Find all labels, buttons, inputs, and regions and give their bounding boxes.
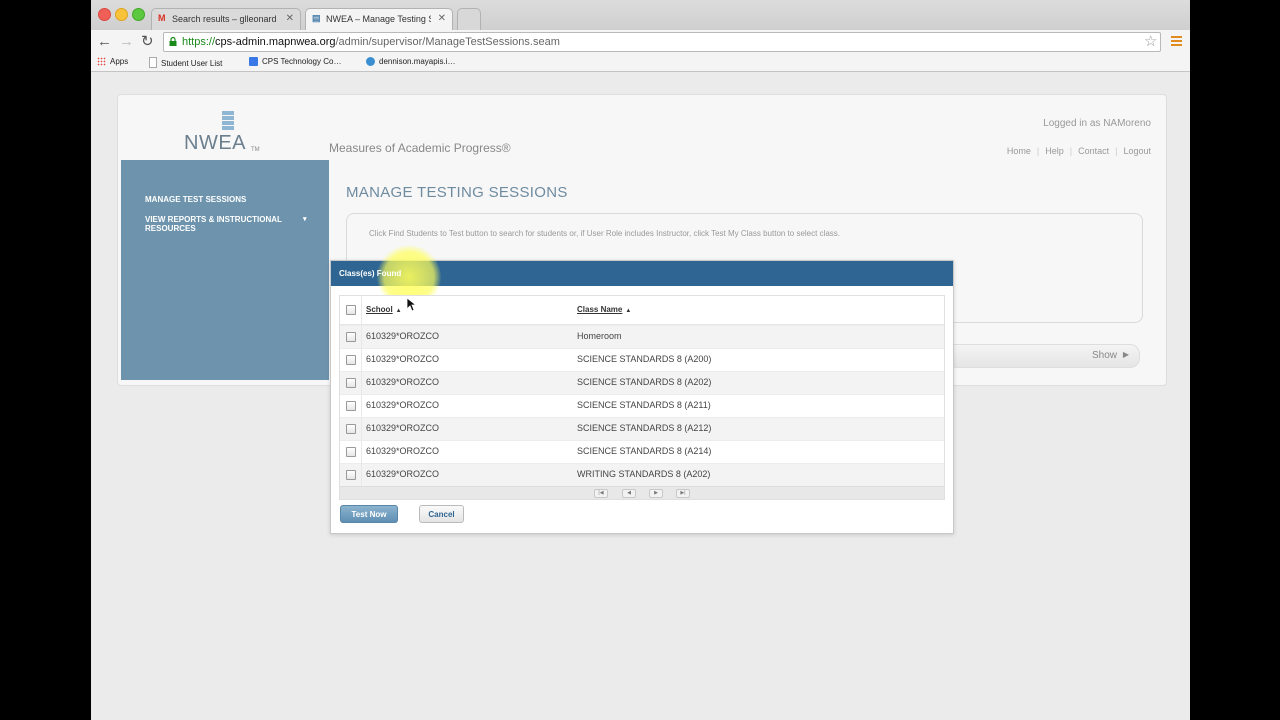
tab-title: NWEA – Manage Testing Se [326,14,431,24]
row-checkbox[interactable] [346,447,356,457]
nav-contact-link[interactable]: Contact [1078,146,1109,156]
prev-page-icon[interactable]: ◀ [622,489,636,498]
school-cell: 610329*OROZCO [366,400,440,410]
logged-in-label: Logged in as NAMoreno [1043,118,1151,129]
url-path: /admin/supervisor/ManageTestSessions.sea… [335,36,560,48]
school-cell: 610329*OROZCO [366,446,440,456]
lock-icon [169,37,177,46]
dialog-title: Class(es) Found [339,269,402,278]
class-name-column-header[interactable]: Class Name ▲ [577,305,631,314]
page-title: MANAGE TESTING SESSIONS [346,184,568,201]
school-cell: 610329*OROZCO [366,377,440,387]
class-cell: Homeroom [577,331,622,341]
select-all-checkbox[interactable] [346,305,356,315]
school-cell: 610329*OROZCO [366,423,440,433]
nav-help-link[interactable]: Help [1045,146,1064,156]
class-cell: SCIENCE STANDARDS 8 (A214) [577,446,712,456]
sidebar-item-view-reports[interactable]: VIEW REPORTS & INSTRUCTIONAL RESOURCES ▾ [145,215,315,233]
classes-table: School ▲ Class Name ▲ 610329*OROZCO Homero… [339,295,945,500]
browser-toolbar: ← → ↻ https://cps-admin.mapnwea.org/admi… [91,30,1190,54]
class-cell: SCIENCE STANDARDS 8 (A211) [577,400,711,410]
cancel-button[interactable]: Cancel [419,505,464,523]
bookmark-apps[interactable]: Apps [97,57,128,66]
table-row[interactable]: 610329*OROZCO Homeroom [340,325,944,348]
school-cell: 610329*OROZCO [366,331,440,341]
address-bar[interactable]: https://cps-admin.mapnwea.org/admin/supe… [163,32,1161,52]
first-page-icon[interactable]: |◀ [594,489,608,498]
close-window-button[interactable] [98,8,111,21]
back-icon[interactable]: ← [97,32,112,52]
class-cell: SCIENCE STANDARDS 8 (A200) [577,354,712,364]
table-pager: |◀ ◀ ▶ ▶| [340,486,944,499]
table-row[interactable]: 610329*OROZCO SCIENCE STANDARDS 8 (A202) [340,371,944,394]
table-row[interactable]: 610329*OROZCO WRITING STANDARDS 8 (A202) [340,463,944,486]
table-row[interactable]: 610329*OROZCO SCIENCE STANDARDS 8 (A211) [340,394,944,417]
mouse-pointer-icon [407,298,417,312]
close-icon[interactable]: ✕ [438,13,446,24]
bookmarks-bar: Apps Student User List CPS Technology Co… [91,54,1190,72]
sidebar: MANAGE TEST SESSIONS VIEW REPORTS & INST… [121,160,329,380]
school-cell: 610329*OROZCO [366,469,440,479]
reload-icon[interactable]: ↻ [141,32,154,52]
row-checkbox[interactable] [346,470,356,480]
test-now-button[interactable]: Test Now [340,505,398,523]
chevron-right-icon: ▶ [1122,350,1129,359]
bookmark-student-user-list[interactable]: Student User List [149,57,222,68]
url-scheme: https:// [182,36,216,48]
row-checkbox[interactable] [346,332,356,342]
gmail-icon: M [158,13,166,23]
class-cell: WRITING STANDARDS 8 (A202) [577,469,711,479]
nwea-icon: ▤ [312,13,321,23]
row-checkbox[interactable] [346,355,356,365]
row-checkbox[interactable] [346,401,356,411]
table-row[interactable]: 610329*OROZCO SCIENCE STANDARDS 8 (A200) [340,348,944,371]
dropdown-arrow-icon: ▾ [303,216,307,223]
app-tagline: Measures of Academic Progress® [329,141,511,155]
page-icon [149,57,157,68]
new-tab-button[interactable] [457,8,481,30]
logo-trademark: TM [251,147,260,153]
forward-icon[interactable]: → [119,32,134,52]
class-cell: SCIENCE STANDARDS 8 (A202) [577,377,712,387]
last-page-icon[interactable]: ▶| [676,489,690,498]
row-checkbox[interactable] [346,424,356,434]
page-content: NWEA TM Measures of Academic Progress® L… [91,72,1190,720]
menu-icon[interactable] [1171,36,1182,48]
minimize-window-button[interactable] [115,8,128,21]
nwea-logo-icon [222,111,234,131]
row-checkbox[interactable] [346,378,356,388]
bookmark-star-icon[interactable]: ☆ [1144,32,1157,50]
table-row[interactable]: 610329*OROZCO SCIENCE STANDARDS 8 (A212) [340,417,944,440]
url-host: cps-admin.mapnwea.org [215,36,336,48]
browser-window: M Search results – glleonard ✕ ▤ NWEA – … [91,0,1190,720]
tab-strip: M Search results – glleonard ✕ ▤ NWEA – … [91,0,1190,31]
nav-logout-link[interactable]: Logout [1123,146,1151,156]
close-icon[interactable]: ✕ [286,13,294,24]
zoom-window-button[interactable] [132,8,145,21]
bookmark-cps-technology[interactable]: CPS Technology Co… [249,57,341,66]
bookmark-dennison[interactable]: dennison.mayapis.i… [366,57,455,66]
tab-title: Search results – glleonard [172,14,277,24]
tab-gmail[interactable]: M Search results – glleonard ✕ [151,8,301,30]
dialog-header: Class(es) Found [331,245,953,309]
school-column-header[interactable]: School ▲ [366,305,402,314]
next-page-icon[interactable]: ▶ [649,489,663,498]
logo-text: NWEA [184,132,246,154]
google-sites-icon [249,57,258,66]
show-label: Show [1091,350,1117,361]
sort-up-icon: ▲ [625,308,632,314]
apps-grid-icon [97,57,106,66]
nav-home-link[interactable]: Home [1007,146,1031,156]
sidebar-item-manage-test-sessions[interactable]: MANAGE TEST SESSIONS [145,195,246,204]
site-icon [366,57,375,66]
tab-nwea[interactable]: ▤ NWEA – Manage Testing Se ✕ [305,8,453,30]
classes-found-dialog: Class(es) Found School ▲ Class Name ▲ 6103… [330,245,954,534]
instructions-text: Click Find Students to Test button to se… [369,229,841,238]
class-cell: SCIENCE STANDARDS 8 (A212) [577,423,712,433]
sort-up-icon: ▲ [395,308,402,314]
table-header: School ▲ Class Name ▲ [340,296,944,325]
school-cell: 610329*OROZCO [366,354,440,364]
table-row[interactable]: 610329*OROZCO SCIENCE STANDARDS 8 (A214) [340,440,944,463]
top-nav: Home | Help | Contact | Logout [1006,146,1151,156]
